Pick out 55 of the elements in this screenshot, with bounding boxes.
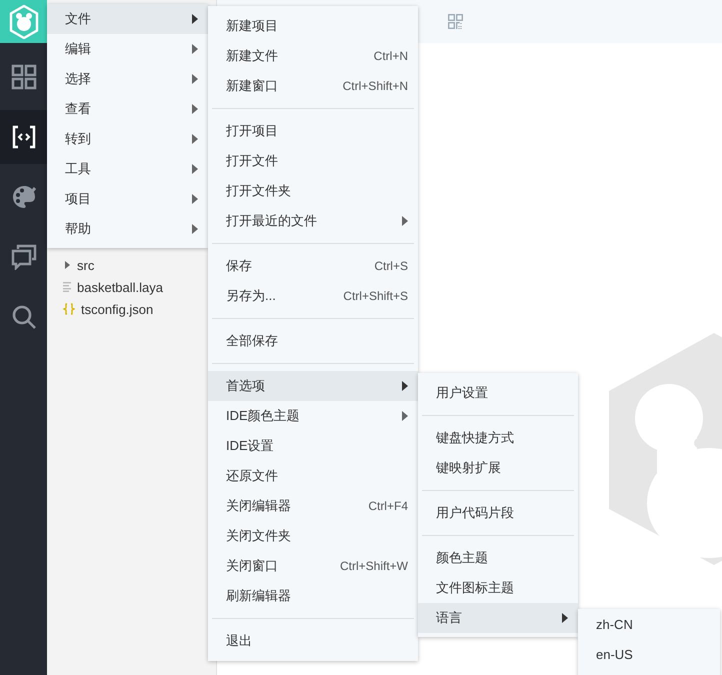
tree-item[interactable]: src	[77, 258, 94, 272]
menu-item[interactable]: 关闭编辑器 Ctrl+F4	[208, 491, 418, 521]
submenu-arrow-icon	[192, 194, 198, 204]
menu-item[interactable]: IDE设置	[208, 431, 418, 461]
text-file-icon	[63, 282, 71, 292]
menu-item[interactable]: 文件	[47, 4, 208, 34]
menu-item[interactable]: 刷新编辑器	[208, 581, 418, 611]
code-icon	[12, 125, 36, 149]
menu-item[interactable]: 保存 Ctrl+S	[208, 251, 418, 281]
submenu-arrow-icon	[192, 14, 198, 24]
search-icon	[10, 304, 36, 330]
menu-item[interactable]: 项目	[47, 184, 208, 214]
menu-item[interactable]: 工具	[47, 154, 208, 184]
menu-item[interactable]: 打开最近的文件	[208, 206, 418, 236]
submenu-arrow-icon	[192, 44, 198, 54]
tree-item[interactable]: tsconfig.json	[81, 302, 154, 316]
menu-item[interactable]: 用户设置	[418, 378, 578, 408]
menu-item[interactable]: 新建文件 Ctrl+N	[208, 41, 418, 71]
menu-item[interactable]: 键映射扩展	[418, 453, 578, 483]
menu-item[interactable]: 打开文件	[208, 146, 418, 176]
menu-item[interactable]: 首选项	[208, 371, 418, 401]
menu-item[interactable]: 颜色主题	[418, 543, 578, 573]
menu-item[interactable]: 全部保存	[208, 326, 418, 356]
tree-item[interactable]: basketball.laya	[77, 280, 163, 294]
braces-icon	[63, 303, 75, 315]
menu-item[interactable]: 选择	[47, 64, 208, 94]
menu-item[interactable]: IDE颜色主题	[208, 401, 418, 431]
activity-bar-item[interactable]	[0, 110, 47, 164]
menu-item[interactable]: 帮助	[47, 214, 208, 244]
menu-item[interactable]: 用户代码片段	[418, 498, 578, 528]
menu-item[interactable]: 新建项目	[208, 11, 418, 41]
submenu-arrow-icon	[192, 224, 198, 234]
submenu-arrow-icon	[192, 134, 198, 144]
grid-icon	[10, 64, 36, 90]
menu-item[interactable]: 关闭文件夹	[208, 521, 418, 551]
submenu-arrow-icon	[192, 164, 198, 174]
menu-item[interactable]: 退出	[208, 626, 418, 656]
menu-item[interactable]: 查看	[47, 94, 208, 124]
menu-item[interactable]: 另存为... Ctrl+Shift+S	[208, 281, 418, 311]
menu-item[interactable]: 编辑	[47, 34, 208, 64]
menu-item[interactable]: 打开项目	[208, 116, 418, 146]
menu-item[interactable]: 关闭窗口 Ctrl+Shift+W	[208, 551, 418, 581]
chat-icon	[10, 244, 36, 270]
menu-item[interactable]: 键盘快捷方式	[418, 423, 578, 453]
menu-item[interactable]: 文件图标主题	[418, 573, 578, 603]
menu-item[interactable]: 新建窗口 Ctrl+Shift+N	[208, 71, 418, 101]
menu-item[interactable]: 打开文件夹	[208, 176, 418, 206]
menu-item[interactable]: en-US	[578, 639, 720, 669]
menu-item[interactable]: 还原文件	[208, 461, 418, 491]
menu-item[interactable]: zh-CN	[578, 609, 720, 639]
palette-icon	[10, 184, 36, 210]
submenu-arrow-icon	[192, 104, 198, 114]
menu-item[interactable]: 语言	[418, 603, 578, 633]
menu-item[interactable]: 转到	[47, 124, 208, 154]
submenu-arrow-icon	[192, 74, 198, 84]
